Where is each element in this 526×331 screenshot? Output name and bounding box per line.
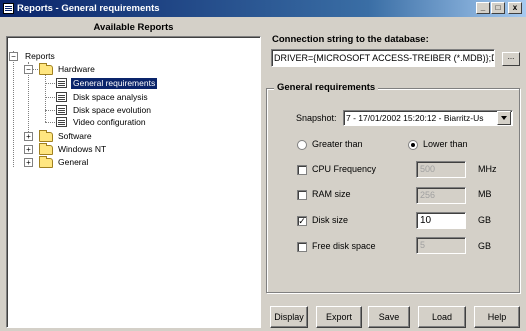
free-disk-space-input[interactable]: 5 bbox=[416, 237, 466, 254]
reports-tree[interactable]: − Reports − Hardware General requirement… bbox=[6, 36, 261, 328]
available-reports-header: Available Reports bbox=[93, 22, 174, 33]
disk-size-unit: GB bbox=[478, 215, 492, 225]
greater-than-radio[interactable] bbox=[297, 140, 307, 150]
ram-size-unit: MB bbox=[478, 189, 492, 199]
disk-size-checkbox[interactable]: ✓ bbox=[297, 216, 307, 226]
report-icon bbox=[56, 78, 67, 88]
maximize-button[interactable]: □ bbox=[491, 2, 505, 14]
expand-icon[interactable]: + bbox=[24, 132, 33, 141]
lower-than-radio[interactable] bbox=[408, 140, 418, 150]
connection-string-input[interactable]: DRIVER={MICROSOFT ACCESS-TREIBER (*.MDB)… bbox=[271, 49, 495, 67]
folder-icon bbox=[39, 63, 53, 75]
cpu-frequency-input[interactable]: 500 bbox=[416, 161, 466, 178]
report-icon bbox=[56, 105, 67, 115]
chevron-down-icon[interactable] bbox=[497, 111, 511, 125]
display-button[interactable]: Display bbox=[270, 306, 308, 328]
free-disk-space-label: Free disk space bbox=[312, 241, 376, 251]
folder-icon bbox=[39, 130, 53, 142]
snapshot-label: Snapshot: bbox=[296, 113, 337, 123]
connection-string-label: Connection string to the database: bbox=[272, 34, 429, 45]
save-button[interactable]: Save bbox=[368, 306, 410, 328]
expand-icon[interactable]: + bbox=[24, 158, 33, 167]
collapse-icon[interactable]: − bbox=[24, 65, 33, 74]
ram-size-checkbox[interactable] bbox=[297, 190, 307, 200]
report-icon bbox=[56, 92, 67, 102]
title-bar: Reports - General requirements _ □ x bbox=[0, 0, 526, 17]
help-button[interactable]: Help bbox=[474, 306, 520, 328]
close-button[interactable]: x bbox=[508, 2, 522, 14]
group-title: General requirements bbox=[274, 82, 379, 93]
ram-size-label: RAM size bbox=[312, 189, 351, 199]
app-icon bbox=[3, 3, 14, 14]
export-button[interactable]: Export bbox=[316, 306, 362, 328]
window-title: Reports - General requirements bbox=[17, 3, 160, 14]
collapse-icon[interactable]: − bbox=[9, 52, 18, 61]
snapshot-select[interactable]: 7 - 17/01/2002 15:20:12 - Biarritz-Us bbox=[343, 110, 513, 126]
load-button[interactable]: Load bbox=[418, 306, 466, 328]
tree-line bbox=[45, 74, 46, 122]
ram-size-input[interactable]: 256 bbox=[416, 187, 466, 204]
report-icon bbox=[56, 117, 67, 127]
minimize-button[interactable]: _ bbox=[476, 2, 490, 14]
browse-connection-button[interactable]: ... bbox=[502, 52, 520, 66]
folder-icon bbox=[39, 143, 53, 155]
disk-size-label: Disk size bbox=[312, 215, 349, 225]
greater-than-label: Greater than bbox=[312, 139, 363, 149]
cpu-frequency-label: CPU Frequency bbox=[312, 164, 377, 174]
cpu-frequency-unit: MHz bbox=[478, 164, 497, 174]
disk-size-input[interactable]: 10 bbox=[416, 212, 466, 229]
expand-icon[interactable]: + bbox=[24, 145, 33, 154]
folder-icon bbox=[39, 156, 53, 168]
lower-than-label: Lower than bbox=[423, 139, 468, 149]
free-disk-space-unit: GB bbox=[478, 241, 492, 251]
cpu-frequency-checkbox[interactable] bbox=[297, 165, 307, 175]
tree-line bbox=[13, 51, 14, 167]
free-disk-space-checkbox[interactable] bbox=[297, 242, 307, 252]
